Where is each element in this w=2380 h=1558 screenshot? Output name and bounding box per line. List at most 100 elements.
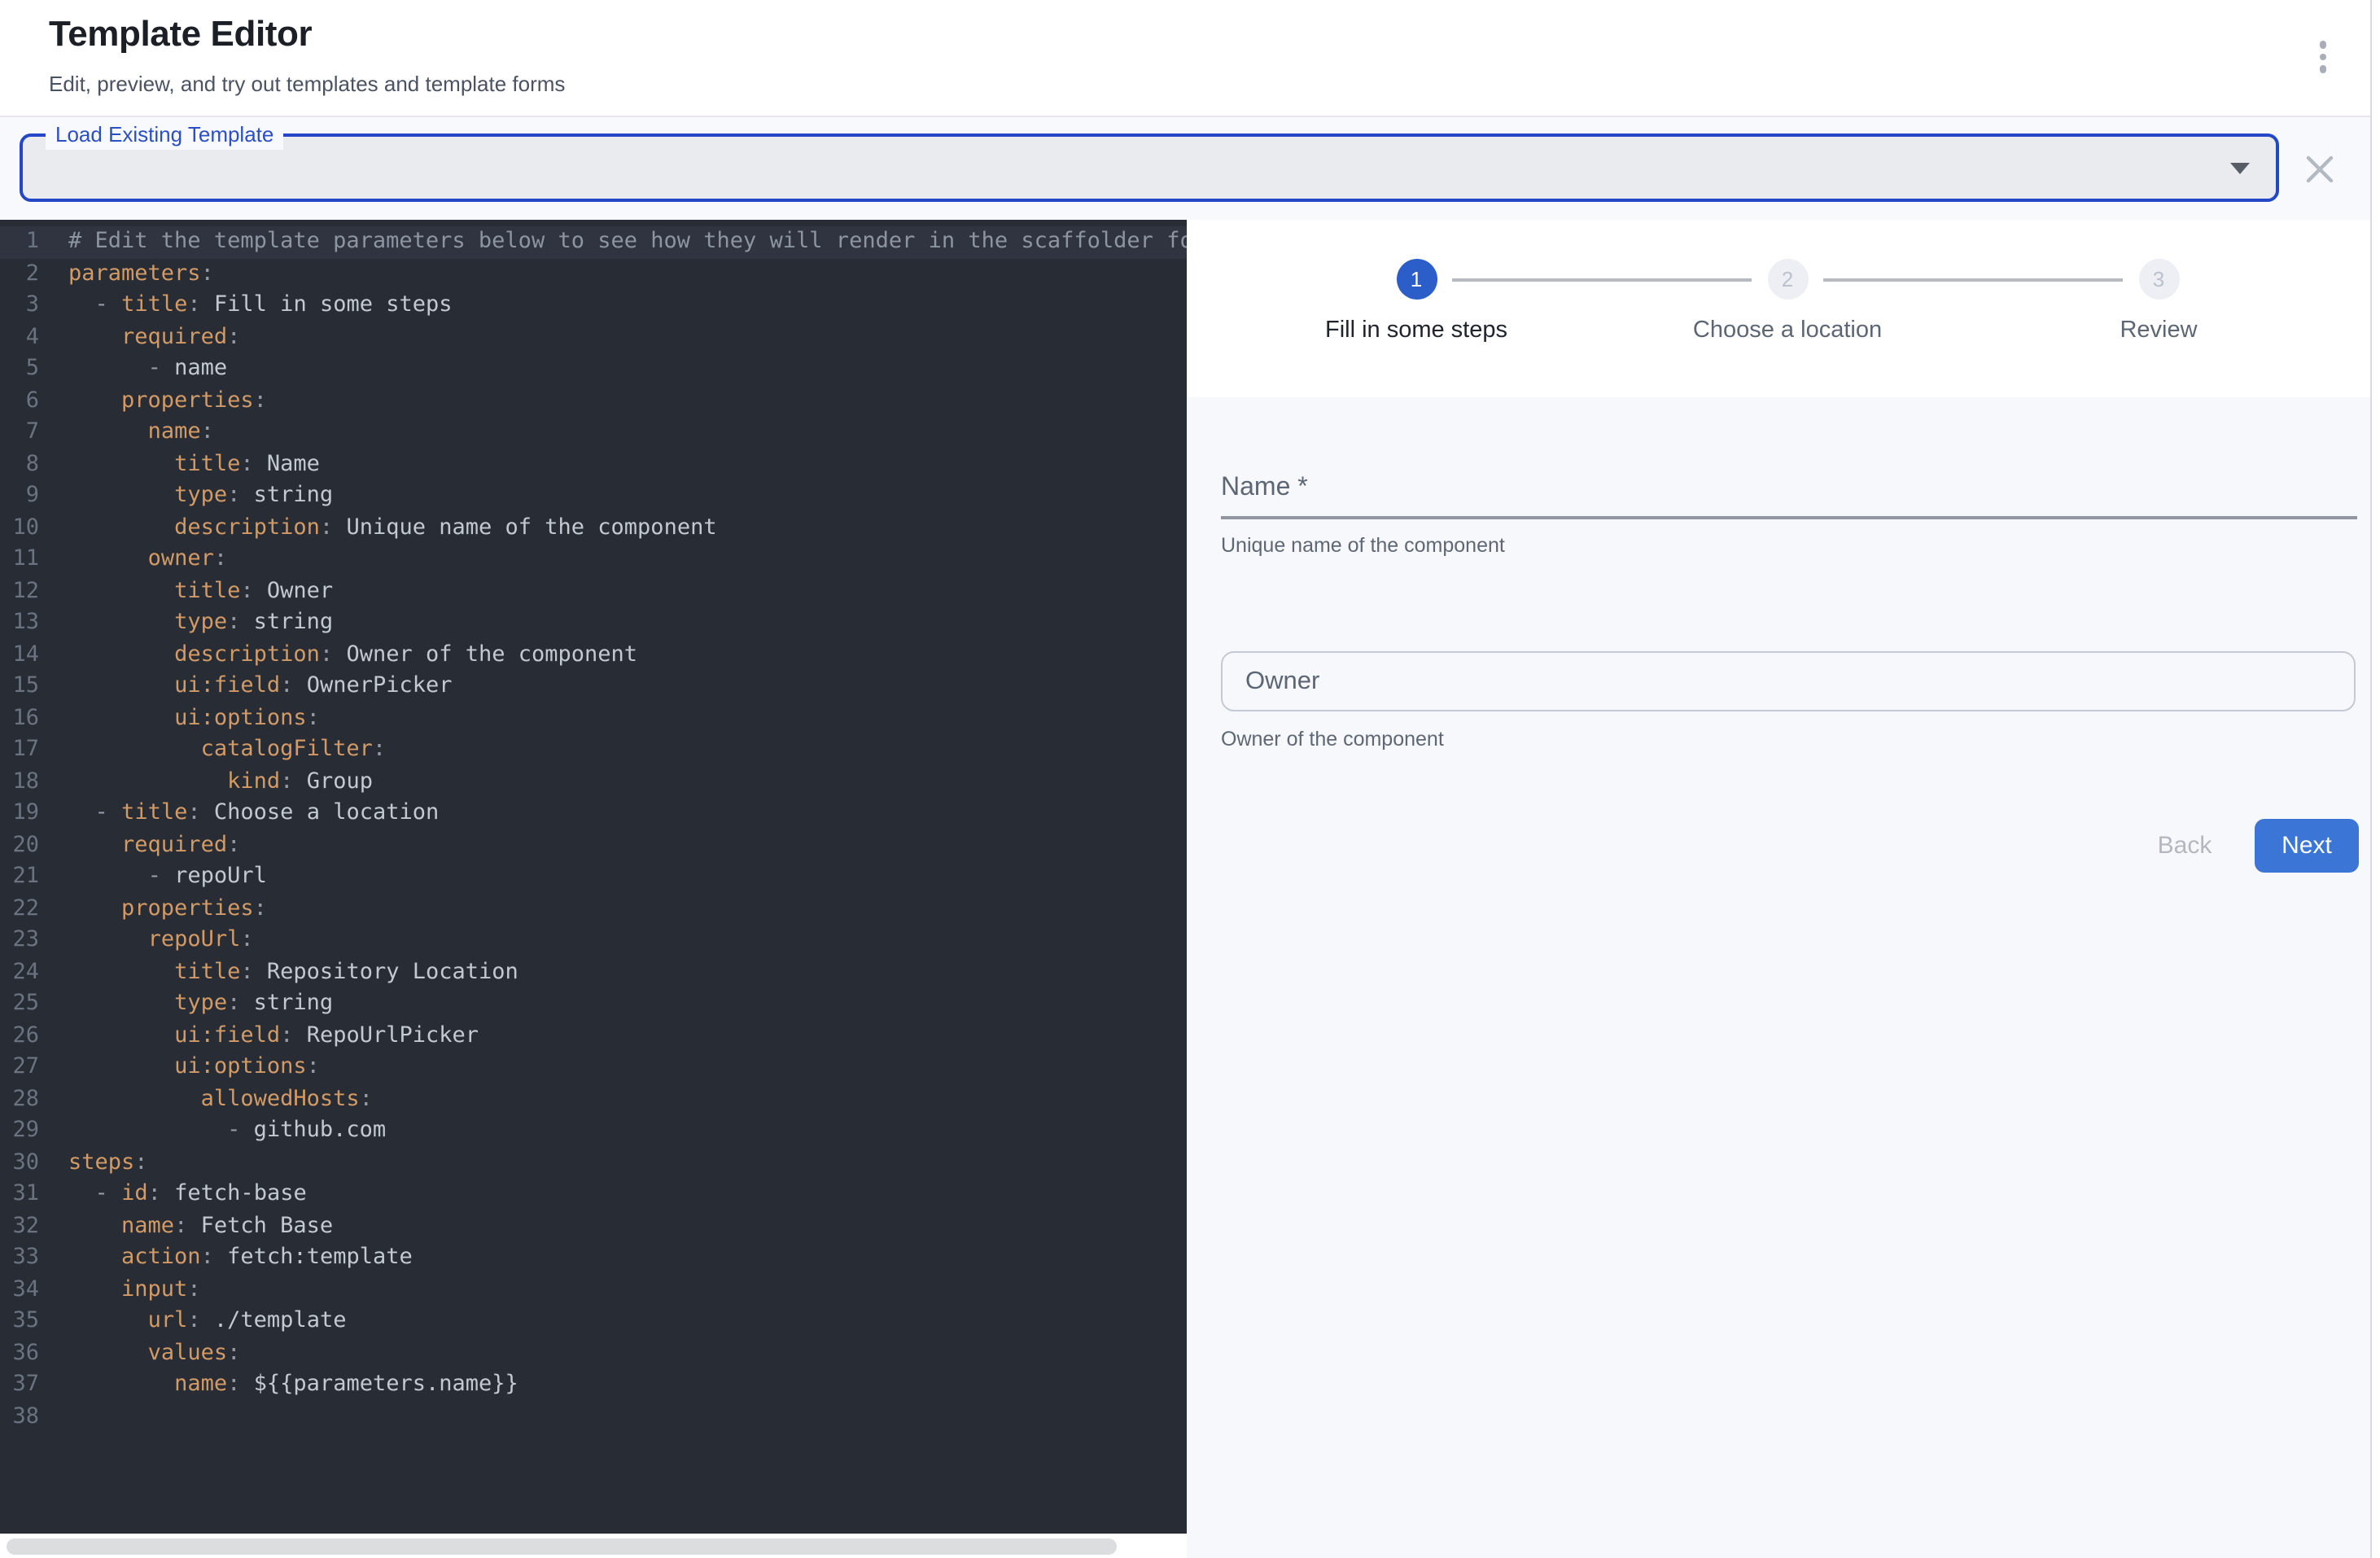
line-number: 1 <box>0 226 39 258</box>
code-line-38: 38 <box>0 1401 1187 1433</box>
line-number: 9 <box>0 480 39 512</box>
page-header: Template Editor Edit, preview, and try o… <box>0 0 2380 116</box>
line-number: 18 <box>0 766 39 798</box>
line-number: 13 <box>0 607 39 639</box>
code-line-10: 10 description: Unique name of the compo… <box>0 512 1187 544</box>
name-input[interactable]: Name * <box>1221 474 2357 539</box>
code-line-27: 27 ui:options: <box>0 1052 1187 1083</box>
load-existing-template-select[interactable]: Load Existing Template <box>20 133 2279 202</box>
code-line-4: 4 required: <box>0 322 1187 353</box>
code-line-21: 21 - repoUrl <box>0 861 1187 893</box>
code-line-28: 28 allowedHosts: <box>0 1083 1187 1115</box>
owner-field-label: Owner <box>1245 667 1319 696</box>
code-line-1: 1# Edit the template parameters below to… <box>0 226 1187 258</box>
page-subtitle: Edit, preview, and try out templates and… <box>49 72 565 96</box>
line-number: 29 <box>0 1115 39 1147</box>
step-label-3: Review <box>2120 317 2197 344</box>
step-label-2: Choose a location <box>1693 317 1882 344</box>
horizontal-scrollbar-thumb[interactable] <box>7 1538 1117 1554</box>
code-line-19: 19 - title: Choose a location <box>0 798 1187 829</box>
line-number: 24 <box>0 956 39 988</box>
code-editor[interactable]: 1# Edit the template parameters below to… <box>0 220 1187 1534</box>
code-line-25: 25 type: string <box>0 988 1187 1020</box>
line-number: 14 <box>0 639 39 671</box>
line-number: 11 <box>0 544 39 575</box>
code-line-18: 18 kind: Group <box>0 766 1187 798</box>
owner-input[interactable]: Owner <box>1221 651 2356 711</box>
code-line-36: 36 values: <box>0 1337 1187 1369</box>
code-line-31: 31 - id: fetch-base <box>0 1179 1187 1210</box>
line-number: 6 <box>0 385 39 417</box>
line-number: 16 <box>0 702 39 734</box>
line-number: 25 <box>0 988 39 1020</box>
line-number: 36 <box>0 1337 39 1369</box>
code-line-29: 29 - github.com <box>0 1115 1187 1147</box>
close-icon[interactable] <box>2302 151 2338 187</box>
code-line-35: 35 url: ./template <box>0 1306 1187 1337</box>
line-number: 21 <box>0 861 39 893</box>
dropdown-arrow-icon[interactable] <box>2230 163 2250 174</box>
code-line-23: 23 repoUrl: <box>0 925 1187 956</box>
line-number: 31 <box>0 1179 39 1210</box>
code-line-20: 20 required: <box>0 829 1187 861</box>
code-line-26: 26 ui:field: RepoUrlPicker <box>0 1020 1187 1052</box>
line-number: 23 <box>0 925 39 956</box>
code-line-6: 6 properties: <box>0 385 1187 417</box>
code-line-9: 9 type: string <box>0 480 1187 512</box>
code-line-30: 30steps: <box>0 1147 1187 1179</box>
line-number: 28 <box>0 1083 39 1115</box>
name-field-underline <box>1221 516 2357 519</box>
step-connector <box>1452 278 1752 281</box>
step-connector <box>1823 278 2123 281</box>
line-number: 3 <box>0 290 39 322</box>
line-number: 12 <box>0 575 39 607</box>
line-number: 34 <box>0 1274 39 1306</box>
step-label-1: Fill in some steps <box>1325 317 1507 344</box>
code-line-5: 5 - name <box>0 353 1187 385</box>
line-number: 22 <box>0 893 39 925</box>
code-line-32: 32 name: Fetch Base <box>0 1210 1187 1242</box>
code-line-33: 33 action: fetch:template <box>0 1242 1187 1274</box>
horizontal-scrollbar <box>0 1534 1187 1558</box>
code-line-11: 11 owner: <box>0 544 1187 575</box>
kebab-menu-icon[interactable] <box>2302 33 2344 81</box>
code-line-13: 13 type: string <box>0 607 1187 639</box>
code-line-24: 24 title: Repository Location <box>0 956 1187 988</box>
code-line-7: 7 name: <box>0 417 1187 449</box>
step-circle-1: 1 <box>1396 259 1437 300</box>
template-preview-panel: 1Fill in some steps2Choose a location3Re… <box>1187 220 2370 1558</box>
next-button[interactable]: Next <box>2255 819 2359 873</box>
name-field-helper: Unique name of the component <box>1221 534 1505 557</box>
right-scrollbar-gutter <box>2370 0 2380 1558</box>
load-template-row: Load Existing Template <box>0 117 2380 220</box>
line-number: 5 <box>0 353 39 385</box>
step-circle-3: 3 <box>2138 259 2179 300</box>
code-line-14: 14 description: Owner of the component <box>0 639 1187 671</box>
code-line-2: 2parameters: <box>0 258 1187 290</box>
template-editor-page: Template Editor Edit, preview, and try o… <box>0 0 2380 1558</box>
line-number: 17 <box>0 734 39 766</box>
line-number: 37 <box>0 1369 39 1401</box>
line-number: 33 <box>0 1242 39 1274</box>
line-number: 30 <box>0 1147 39 1179</box>
code-line-3: 3 - title: Fill in some steps <box>0 290 1187 322</box>
code-line-12: 12 title: Owner <box>0 575 1187 607</box>
code-line-22: 22 properties: <box>0 893 1187 925</box>
line-number: 7 <box>0 417 39 449</box>
code-line-17: 17 catalogFilter: <box>0 734 1187 766</box>
code-line-16: 16 ui:options: <box>0 702 1187 734</box>
stepper: 1Fill in some steps2Choose a location3Re… <box>1187 220 2370 397</box>
line-number: 10 <box>0 512 39 544</box>
line-number: 15 <box>0 671 39 702</box>
line-number: 27 <box>0 1052 39 1083</box>
back-button[interactable]: Back <box>2128 819 2242 873</box>
code-line-37: 37 name: ${{parameters.name}} <box>0 1369 1187 1401</box>
line-number: 26 <box>0 1020 39 1052</box>
select-label: Load Existing Template <box>46 120 283 150</box>
form-area: Name * Unique name of the component Owne… <box>1187 397 2370 1558</box>
line-number: 8 <box>0 449 39 480</box>
code-line-8: 8 title: Name <box>0 449 1187 480</box>
code-line-34: 34 input: <box>0 1274 1187 1306</box>
line-number: 4 <box>0 322 39 353</box>
line-number: 19 <box>0 798 39 829</box>
